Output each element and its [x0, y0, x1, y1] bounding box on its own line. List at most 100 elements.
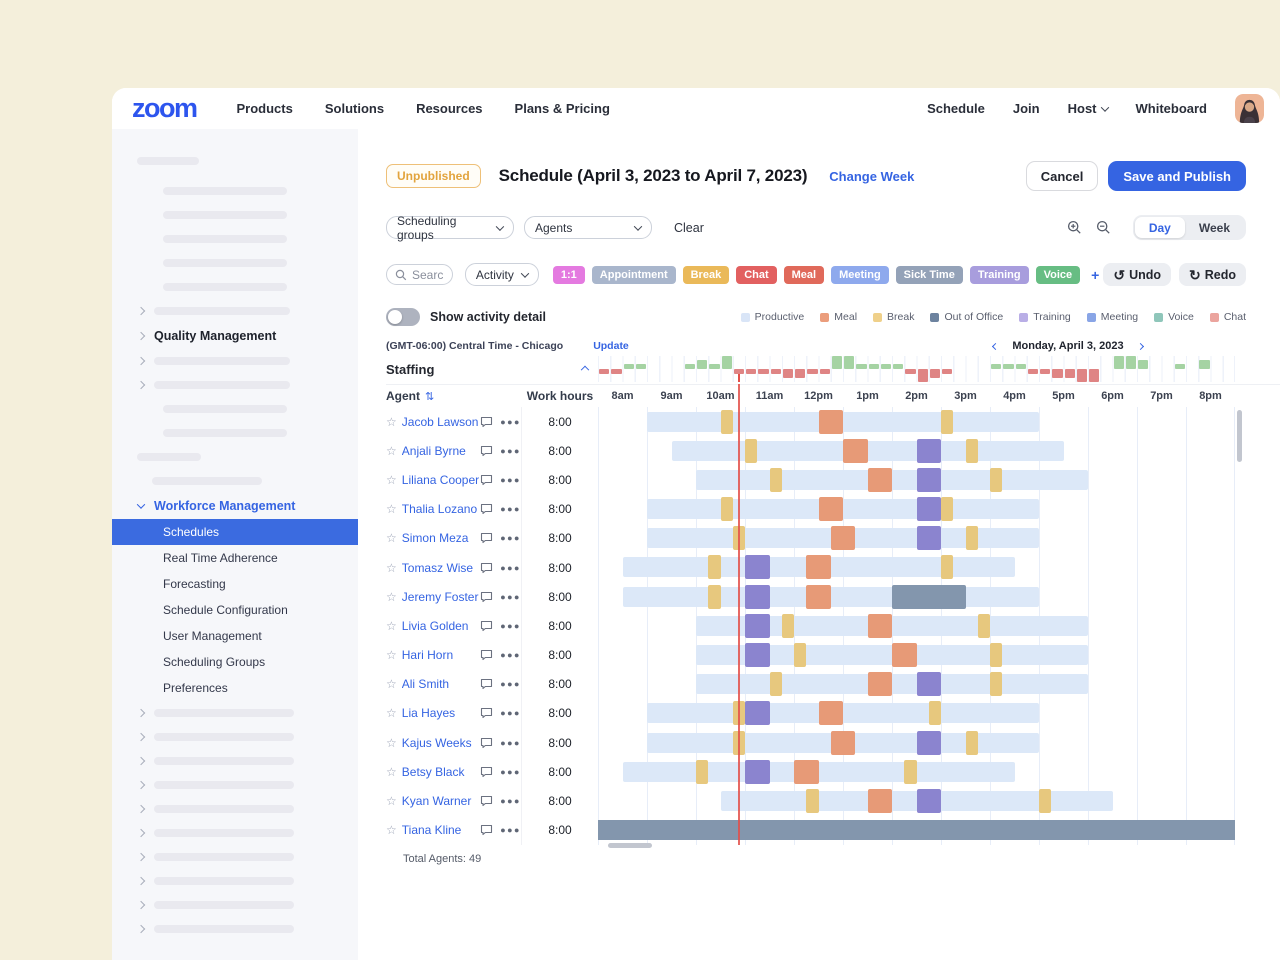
nav-item-schedule[interactable]: Schedule	[927, 101, 985, 116]
agent-name-link[interactable]: Kyan Warner	[402, 794, 480, 808]
activity-chip-appointment[interactable]: Appointment	[592, 266, 676, 284]
agent-name-link[interactable]: Hari Horn	[402, 648, 480, 662]
row-more-icon[interactable]: ●●●	[500, 650, 521, 660]
favorite-star-icon[interactable]: ☆	[386, 619, 397, 633]
activity-chip-1-1[interactable]: 1:1	[553, 266, 585, 284]
favorite-star-icon[interactable]: ☆	[386, 444, 397, 458]
agent-timeline[interactable]	[598, 582, 1235, 611]
chat-bubble-icon[interactable]	[480, 707, 493, 719]
agent-name-link[interactable]: Jacob Lawson	[402, 415, 480, 429]
row-more-icon[interactable]: ●●●	[500, 533, 521, 543]
agent-name-link[interactable]: Livia Golden	[402, 619, 480, 633]
row-more-icon[interactable]: ●●●	[500, 446, 521, 456]
favorite-star-icon[interactable]: ☆	[386, 502, 397, 516]
prev-day-icon[interactable]	[992, 342, 999, 349]
sidebar-item-real-time-adherence[interactable]: Real Time Adherence	[112, 545, 358, 571]
chat-bubble-icon[interactable]	[480, 766, 493, 778]
activity-chip-break[interactable]: Break	[683, 266, 730, 284]
sidebar-item-user-management[interactable]: User Management	[112, 623, 358, 649]
sidebar-item-quality-management[interactable]: Quality Management	[112, 323, 358, 349]
nav-item-host[interactable]: Host	[1068, 101, 1108, 116]
nav-item-solutions[interactable]: Solutions	[325, 101, 384, 116]
agent-timeline[interactable]	[598, 465, 1235, 494]
horizontal-scrollbar[interactable]	[608, 843, 652, 848]
activity-chip-sick-time[interactable]: Sick Time	[896, 266, 963, 284]
day-tab[interactable]: Day	[1135, 217, 1185, 238]
search-box[interactable]	[386, 264, 453, 285]
redo-button[interactable]: ↻Redo	[1179, 263, 1246, 286]
sidebar-item-schedule-configuration[interactable]: Schedule Configuration	[112, 597, 358, 623]
row-more-icon[interactable]: ●●●	[500, 592, 521, 602]
activity-chip-meal[interactable]: Meal	[784, 266, 824, 284]
collapse-staffing-icon[interactable]	[581, 366, 589, 374]
show-activity-detail-toggle[interactable]	[386, 308, 420, 326]
sidebar-item-preferences[interactable]: Preferences	[112, 675, 358, 701]
activity-chip-voice[interactable]: Voice	[1036, 266, 1081, 284]
row-more-icon[interactable]: ●●●	[500, 475, 521, 485]
agent-name-link[interactable]: Thalia Lozano	[402, 502, 480, 516]
chat-bubble-icon[interactable]	[480, 824, 493, 836]
activity-chip-training[interactable]: Training	[970, 266, 1029, 284]
save-and-publish-button[interactable]: Save and Publish	[1108, 161, 1246, 191]
agent-name-link[interactable]: Tiana Kline	[402, 823, 480, 837]
row-more-icon[interactable]: ●●●	[500, 679, 521, 689]
agent-name-link[interactable]: Ali Smith	[402, 677, 480, 691]
agent-timeline[interactable]	[598, 757, 1235, 786]
favorite-star-icon[interactable]: ☆	[386, 736, 397, 750]
row-more-icon[interactable]: ●●●	[500, 563, 521, 573]
chat-bubble-icon[interactable]	[480, 503, 493, 515]
clear-filters-button[interactable]: Clear	[674, 221, 704, 235]
favorite-star-icon[interactable]: ☆	[386, 677, 397, 691]
favorite-star-icon[interactable]: ☆	[386, 794, 397, 808]
agent-timeline[interactable]	[598, 436, 1235, 465]
favorite-star-icon[interactable]: ☆	[386, 590, 397, 604]
chat-bubble-icon[interactable]	[480, 737, 493, 749]
row-more-icon[interactable]: ●●●	[500, 621, 521, 631]
chat-bubble-icon[interactable]	[480, 416, 493, 428]
sort-icon[interactable]: ⇅	[425, 390, 434, 403]
next-day-icon[interactable]	[1137, 342, 1144, 349]
agent-name-link[interactable]: Tomasz Wise	[402, 561, 480, 575]
row-more-icon[interactable]: ●●●	[500, 738, 521, 748]
add-activity-chip-button[interactable]: +	[1087, 267, 1103, 283]
agent-name-link[interactable]: Anjali Byrne	[402, 444, 480, 458]
nav-item-plans-pricing[interactable]: Plans & Pricing	[515, 101, 610, 116]
favorite-star-icon[interactable]: ☆	[386, 531, 397, 545]
activity-select[interactable]: Activity	[465, 263, 539, 286]
agent-timeline[interactable]	[598, 670, 1235, 699]
favorite-star-icon[interactable]: ☆	[386, 415, 397, 429]
agent-timeline[interactable]	[598, 699, 1235, 728]
agent-timeline[interactable]	[598, 524, 1235, 553]
agents-select[interactable]: Agents	[524, 216, 652, 239]
agent-timeline[interactable]	[598, 786, 1235, 815]
row-more-icon[interactable]: ●●●	[500, 825, 521, 835]
row-more-icon[interactable]: ●●●	[500, 417, 521, 427]
agent-timeline[interactable]	[598, 728, 1235, 757]
chat-bubble-icon[interactable]	[480, 591, 493, 603]
agent-timeline[interactable]	[598, 553, 1235, 582]
agent-timeline[interactable]	[598, 407, 1235, 436]
agent-name-link[interactable]: Simon Meza	[402, 531, 480, 545]
timezone-update-link[interactable]: Update	[593, 340, 629, 352]
agent-name-link[interactable]: Kajus Weeks	[402, 736, 480, 750]
chat-bubble-icon[interactable]	[480, 562, 493, 574]
zoom-in-icon[interactable]	[1067, 220, 1082, 235]
agent-name-link[interactable]: Lia Hayes	[402, 706, 480, 720]
scheduling-groups-select[interactable]: Scheduling groups	[386, 216, 514, 239]
week-tab[interactable]: Week	[1185, 217, 1244, 238]
search-input[interactable]	[412, 268, 444, 282]
chat-bubble-icon[interactable]	[480, 678, 493, 690]
zoom-out-icon[interactable]	[1096, 220, 1111, 235]
favorite-star-icon[interactable]: ☆	[386, 473, 397, 487]
row-more-icon[interactable]: ●●●	[500, 767, 521, 777]
vertical-scrollbar[interactable]	[1237, 410, 1242, 462]
favorite-star-icon[interactable]: ☆	[386, 648, 397, 662]
activity-chip-meeting[interactable]: Meeting	[831, 266, 889, 284]
chat-bubble-icon[interactable]	[480, 532, 493, 544]
favorite-star-icon[interactable]: ☆	[386, 561, 397, 575]
activity-chip-chat[interactable]: Chat	[736, 266, 776, 284]
chat-bubble-icon[interactable]	[480, 445, 493, 457]
row-more-icon[interactable]: ●●●	[500, 796, 521, 806]
nav-item-resources[interactable]: Resources	[416, 101, 482, 116]
row-more-icon[interactable]: ●●●	[500, 504, 521, 514]
